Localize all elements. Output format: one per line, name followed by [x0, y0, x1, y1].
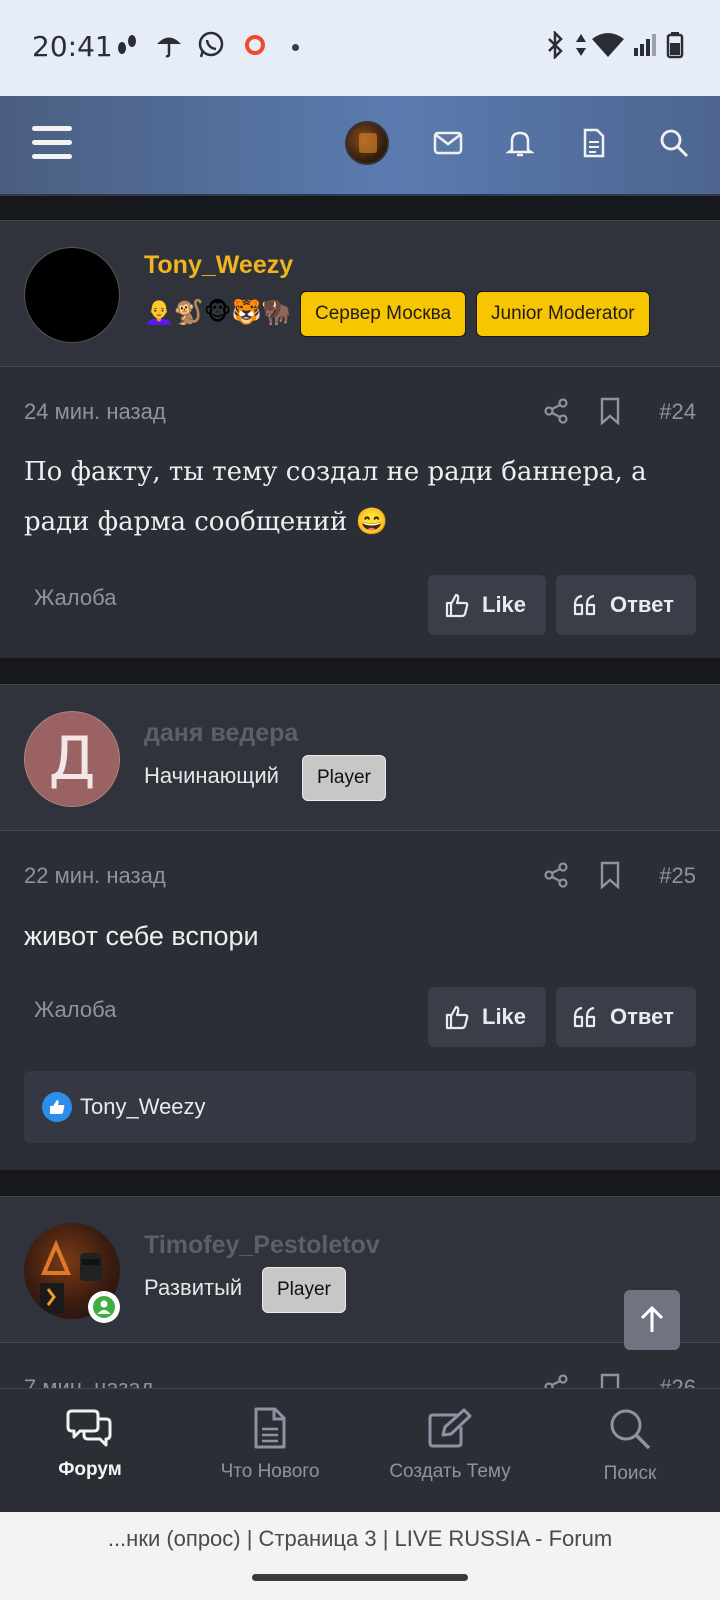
report-link[interactable]: Жалоба [34, 585, 116, 611]
badge-role: Player [262, 1267, 346, 1313]
post-time[interactable]: 22 мин. назад [24, 863, 166, 889]
umbrella-icon [154, 30, 184, 60]
bottom-nav: Форум Что Нового Создать Тему Поиск [0, 1388, 720, 1512]
like-button[interactable]: Like [428, 987, 546, 1047]
user-title: Развитый [144, 1275, 243, 1300]
nav-whats-new[interactable]: Что Нового [180, 1389, 360, 1512]
post-content: По факту, ты тему создал не ради баннера… [24, 457, 647, 537]
status-bar: 20:41 [0, 0, 720, 96]
report-link[interactable]: Жалоба [34, 997, 116, 1023]
mail-icon[interactable] [428, 123, 468, 163]
badge-role: Player [302, 755, 386, 801]
avatar[interactable]: Д [24, 711, 120, 807]
search-icon[interactable] [654, 123, 694, 163]
wifi-icon [590, 30, 626, 60]
whats-new-icon [252, 1407, 288, 1449]
quote-icon [572, 1005, 598, 1029]
nav-create-thread-label: Создать Тему [389, 1461, 511, 1482]
post-25: Д даня ведера Начинающий Player 22 мин. … [0, 684, 720, 1170]
reaction-user[interactable]: Tony_Weezy [80, 1094, 206, 1120]
reply-label: Ответ [610, 1004, 674, 1029]
section-gap [0, 658, 720, 684]
user-emojis: 👩‍🦲🐒🐵🐯🦬 [144, 299, 292, 326]
thumbs-up-icon [444, 592, 470, 618]
post-user-bar: Tony_Weezy 👩‍🦲🐒🐵🐯🦬 Сервер Москва Junior … [0, 221, 720, 367]
username[interactable]: даня ведера [144, 719, 298, 748]
signal-icon [630, 30, 660, 60]
bell-icon[interactable] [500, 123, 540, 163]
reactions-bar[interactable]: Tony_Weezy [24, 1071, 696, 1143]
username[interactable]: Tony_Weezy [144, 251, 293, 280]
arrow-up-icon [640, 1305, 664, 1332]
whatsapp-icon [196, 30, 226, 60]
gesture-handle[interactable] [252, 1574, 468, 1581]
forum-header [0, 96, 720, 196]
nav-forum-label: Форум [58, 1459, 122, 1480]
quote-icon [572, 593, 598, 617]
like-label: Like [482, 592, 527, 617]
post-number[interactable]: #25 [659, 863, 696, 889]
nav-search[interactable]: Поиск [540, 1389, 720, 1512]
battery-icon [660, 30, 690, 60]
reply-label: Ответ [610, 592, 674, 617]
nav-create-thread[interactable]: Создать Тему [360, 1389, 540, 1512]
share-icon[interactable] [542, 397, 570, 425]
post-user-bar: Timofey_Pestoletov Развитый Player [0, 1197, 720, 1343]
status-time: 20:41 [32, 30, 113, 63]
like-button[interactable]: Like [428, 575, 546, 635]
create-thread-icon [427, 1407, 473, 1449]
forum-icon [66, 1407, 114, 1447]
section-gap [0, 196, 720, 220]
post-number[interactable]: #24 [659, 399, 696, 425]
reply-button[interactable]: Ответ [556, 987, 696, 1047]
online-status-icon [88, 1291, 120, 1323]
search-icon [608, 1407, 652, 1451]
menu-icon[interactable] [32, 126, 72, 160]
record-icon [240, 30, 270, 60]
post-24: Tony_Weezy 👩‍🦲🐒🐵🐯🦬 Сервер Москва Junior … [0, 220, 720, 658]
badge-role: Junior Moderator [476, 291, 650, 337]
section-gap [0, 1170, 720, 1196]
share-icon[interactable] [542, 861, 570, 889]
username[interactable]: Timofey_Pestoletov [144, 1231, 380, 1260]
nav-forum[interactable]: Форум [0, 1389, 180, 1512]
thumbs-up-icon [444, 1004, 470, 1030]
post-26: Timofey_Pestoletov Развитый Player 7 мин… [0, 1196, 720, 1401]
scroll-to-top-button[interactable] [624, 1290, 680, 1350]
reply-button[interactable]: Ответ [556, 575, 696, 635]
like-label: Like [482, 1004, 527, 1029]
avatar-letter: Д [48, 724, 96, 794]
bookmark-icon[interactable] [598, 397, 626, 425]
footprints-icon [112, 30, 142, 60]
user-avatar[interactable] [345, 121, 389, 165]
document-icon[interactable] [574, 123, 614, 163]
bookmark-icon[interactable] [598, 861, 626, 889]
badge-server: Сервер Москва [300, 291, 467, 337]
like-reaction-icon [42, 1092, 72, 1122]
browser-url-bar[interactable]: ...нки (опрос) | Страница 3 | LIVE RUSSI… [0, 1512, 720, 1600]
nav-whats-new-label: Что Нового [220, 1461, 320, 1482]
post-content: живот себе вспори [24, 921, 259, 951]
post-time[interactable]: 24 мин. назад [24, 399, 166, 425]
nav-search-label: Поиск [603, 1463, 657, 1484]
avatar[interactable] [24, 247, 120, 343]
user-title: Начинающий [144, 763, 279, 788]
more-notifications-dot [292, 44, 299, 51]
page-title-url[interactable]: ...нки (опрос) | Страница 3 | LIVE RUSSI… [0, 1526, 720, 1552]
post-user-bar: Д даня ведера Начинающий Player [0, 685, 720, 831]
